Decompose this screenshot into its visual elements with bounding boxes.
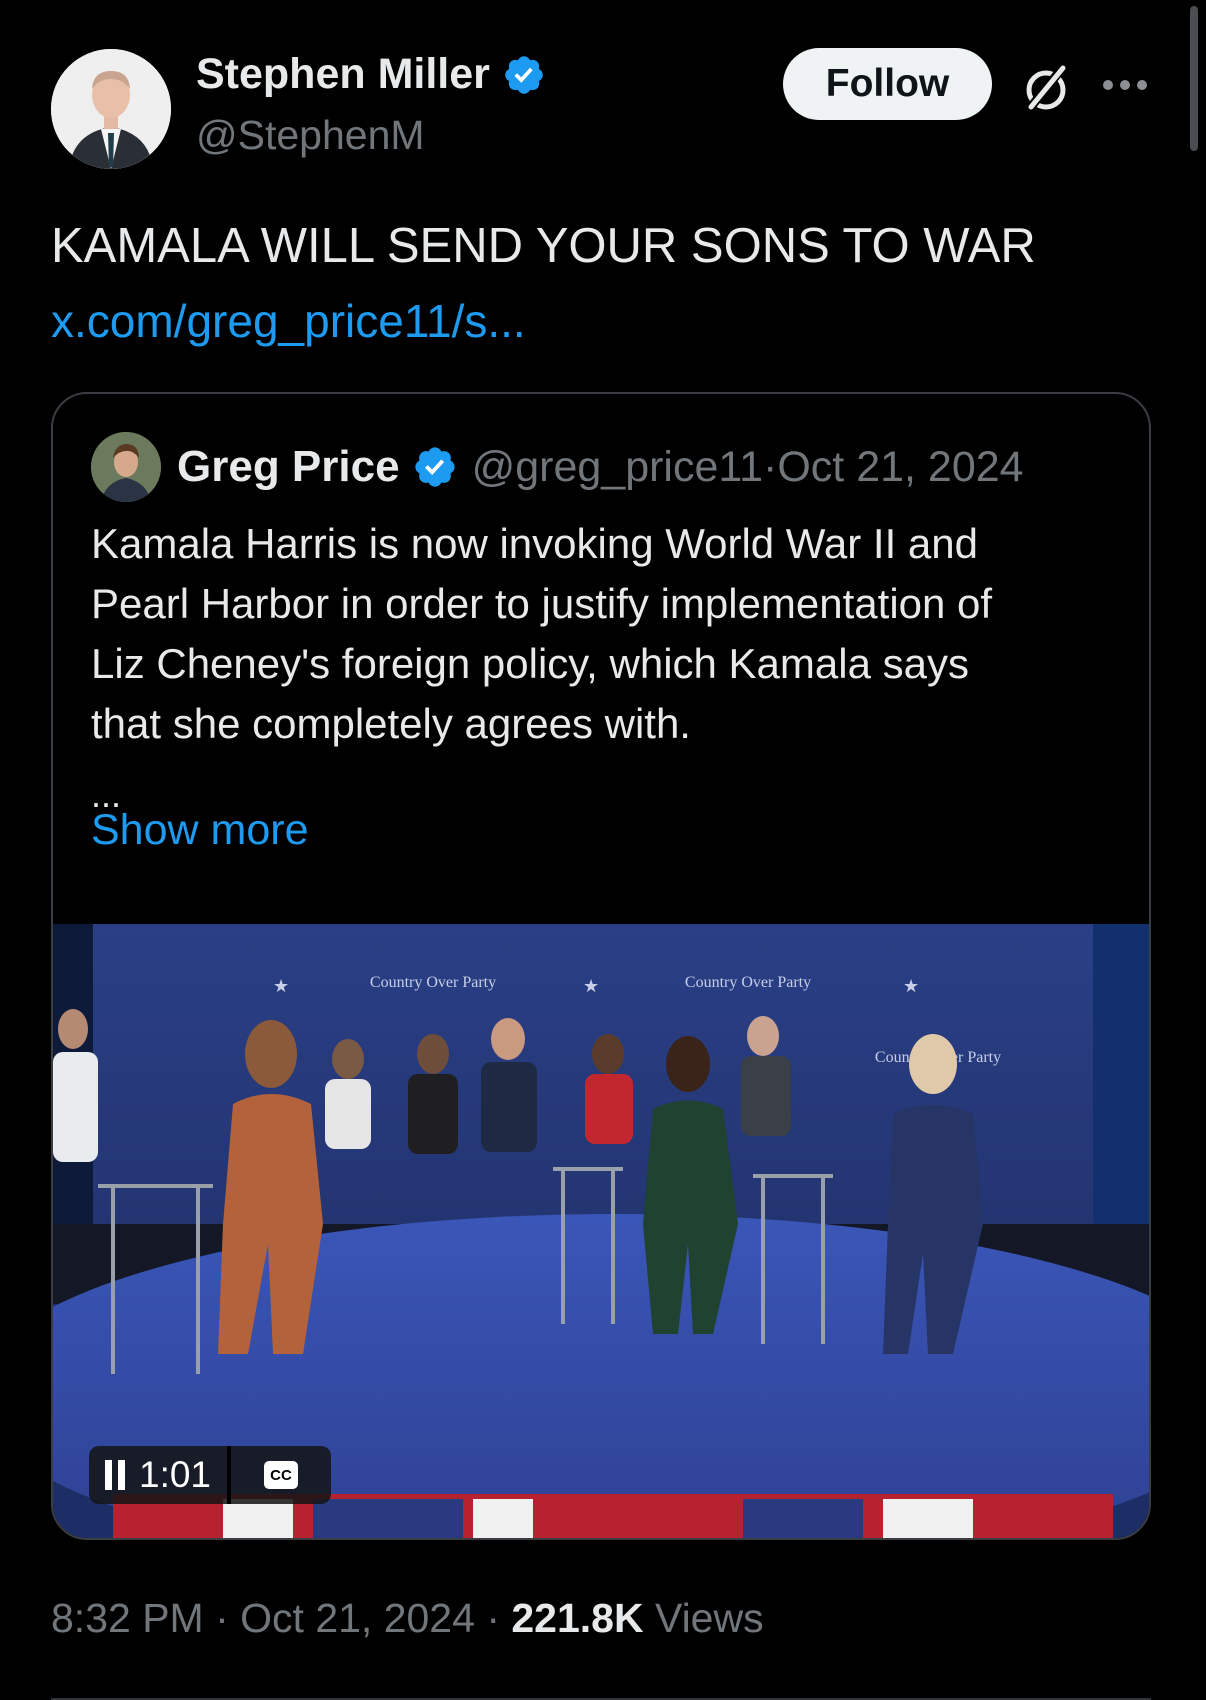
author-handle[interactable]: @StephenM: [196, 112, 425, 159]
quote-author-handle[interactable]: @greg_price11: [472, 443, 763, 492]
pause-icon: [105, 1460, 125, 1490]
follow-button[interactable]: Follow: [783, 48, 992, 120]
post-time[interactable]: 8:32 PM: [51, 1595, 204, 1641]
quote-body-line: Kamala Harris is now invoking World War …: [91, 520, 978, 567]
video-time: 1:01: [139, 1454, 212, 1495]
captions-button[interactable]: CC: [231, 1446, 331, 1504]
quote-body-line: that she completely agrees with.: [91, 700, 691, 747]
views-count[interactable]: 221.8K: [511, 1595, 643, 1641]
tweet-meta: 8:32 PM · Oct 21, 2024 · 221.8K Views: [51, 1595, 764, 1642]
tweet-text: KAMALA WILL SEND YOUR SONS TO WAR: [51, 219, 1036, 273]
pause-button[interactable]: 1:01: [89, 1446, 227, 1504]
video-controls: 1:01 CC: [89, 1446, 332, 1504]
author-display-name[interactable]: Stephen Miller: [196, 50, 490, 99]
verified-badge-icon: [505, 55, 543, 94]
meta-separator: ·: [474, 1595, 512, 1641]
scrollbar[interactable]: [1190, 6, 1198, 151]
svg-text:★: ★: [903, 976, 919, 996]
quote-body-line: Liz Cheney's foreign policy, which Kamal…: [91, 640, 969, 687]
quote-header: Greg Price @greg_price11 · Oct 21, 2024: [177, 434, 1024, 500]
quote-date[interactable]: Oct 21, 2024: [777, 443, 1023, 492]
backdrop-text: Country Over Party: [370, 974, 496, 991]
more-dots-icon[interactable]: [1103, 74, 1149, 96]
post-date[interactable]: Oct 21, 2024: [240, 1595, 475, 1641]
author-avatar[interactable]: [51, 49, 171, 169]
views-label: Views: [643, 1595, 764, 1641]
svg-text:★: ★: [273, 976, 289, 996]
cc-icon: CC: [264, 1461, 299, 1489]
show-more-link[interactable]: Show more: [91, 806, 308, 855]
quote-body: Kamala Harris is now invoking World War …: [91, 514, 1121, 754]
quote-body-line: Pearl Harbor in order to justify impleme…: [91, 580, 993, 627]
author-name[interactable]: Stephen Miller: [196, 50, 546, 99]
video-player[interactable]: Country Over Party Country Over Party Co…: [53, 924, 1149, 1538]
quoted-tweet-card[interactable]: Greg Price @greg_price11 · Oct 21, 2024 …: [51, 392, 1151, 1540]
quote-author-name[interactable]: Greg Price: [177, 442, 400, 492]
quote-author-avatar[interactable]: [91, 432, 161, 502]
backdrop-text: Country Over Party: [685, 974, 811, 991]
verified-badge-icon: [414, 447, 455, 487]
meta-separator: ·: [203, 1595, 241, 1641]
quote-date-separator: ·: [763, 442, 778, 491]
tweet-link[interactable]: x.com/greg_price11/s...: [51, 294, 526, 348]
grok-icon[interactable]: [1018, 60, 1074, 116]
svg-text:★: ★: [583, 976, 599, 996]
